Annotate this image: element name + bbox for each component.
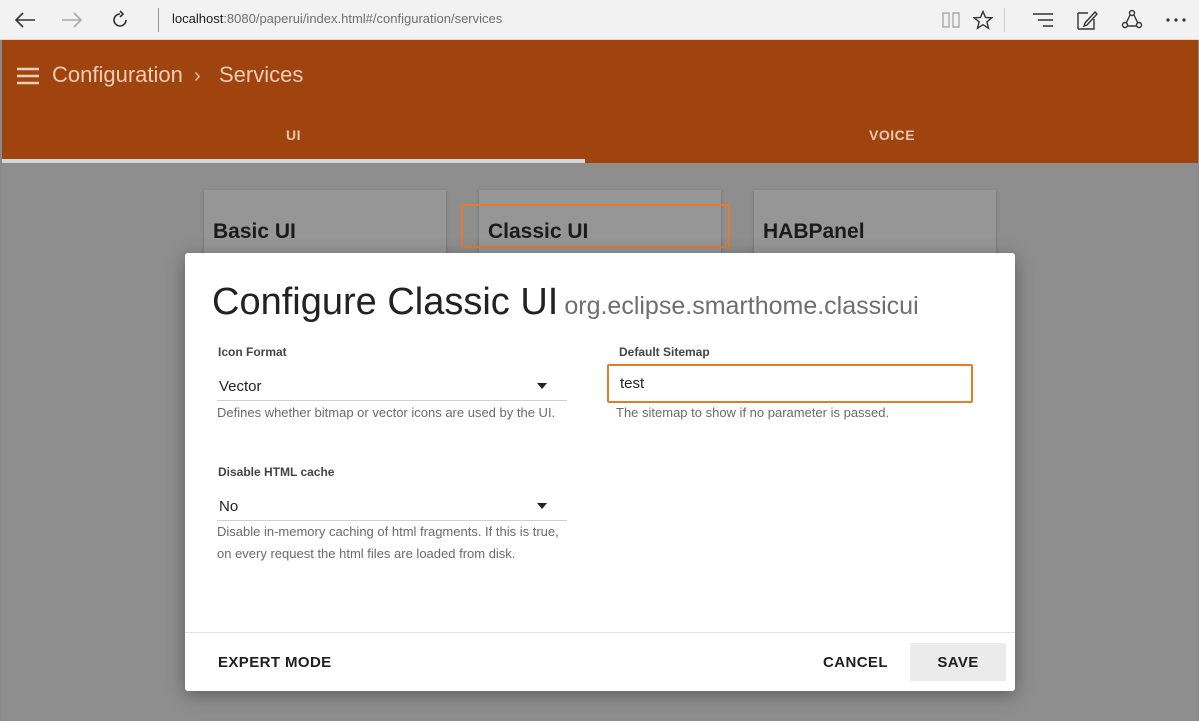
icon-format-label: Icon Format xyxy=(218,345,287,359)
url-path: :8080/paperui/index.html#/configuration/… xyxy=(223,11,503,26)
back-icon[interactable] xyxy=(11,6,39,34)
hamburger-menu-icon[interactable] xyxy=(17,67,39,85)
classic-ui-highlight-box xyxy=(461,204,730,248)
default-sitemap-label: Default Sitemap xyxy=(619,345,710,359)
browser-toolbar: localhost:8080/paperui/index.html#/confi… xyxy=(0,0,1199,40)
dialog-title-subtitle: org.eclipse.smarthome.classicui xyxy=(564,292,919,320)
dropdown-arrow-icon xyxy=(537,383,547,389)
dropdown-arrow-icon xyxy=(537,503,547,509)
configure-dialog: Configure Classic UI org.eclipse.smarthom… xyxy=(185,253,1015,691)
breadcrumb-services: Services xyxy=(219,62,304,87)
favorite-star-icon[interactable] xyxy=(969,6,997,34)
web-note-icon[interactable] xyxy=(1073,6,1101,34)
icon-format-value: Vector xyxy=(219,378,262,395)
address-separator xyxy=(158,8,159,32)
service-card-habpanel[interactable]: HABPanel xyxy=(754,190,996,260)
chevron-right-icon: › xyxy=(194,65,201,87)
card-title: Basic UI xyxy=(213,220,296,243)
breadcrumb-configuration[interactable]: Configuration xyxy=(52,62,183,88)
more-icon[interactable] xyxy=(1162,6,1190,34)
icon-format-select[interactable]: Vector xyxy=(217,371,567,401)
address-bar[interactable]: localhost:8080/paperui/index.html#/confi… xyxy=(172,11,502,26)
tab-voice[interactable]: VOICE xyxy=(869,127,915,143)
dialog-title-main: Configure Classic UI xyxy=(212,281,559,323)
disable-html-cache-help-line1: Disable in-memory caching of html fragme… xyxy=(217,524,559,539)
disable-html-cache-value: No xyxy=(219,498,239,515)
dialog-title: Configure Classic UI org.eclipse.smarthom… xyxy=(212,281,919,324)
icon-format-help: Defines whether bitmap or vector icons a… xyxy=(217,405,556,420)
refresh-icon[interactable] xyxy=(106,6,134,34)
forward-icon[interactable] xyxy=(58,6,86,34)
default-sitemap-help: The sitemap to show if no parameter is p… xyxy=(616,405,890,420)
cancel-button[interactable]: CANCEL xyxy=(823,654,888,671)
app-header: Configuration › Services UI VOICE xyxy=(2,40,1198,163)
disable-html-cache-label: Disable HTML cache xyxy=(218,465,335,479)
default-sitemap-value: test xyxy=(620,375,645,392)
disable-html-cache-help-line2: on every request the html files are load… xyxy=(217,546,516,561)
dialog-footer-divider xyxy=(185,632,1015,633)
url-host: localhost xyxy=(172,11,224,26)
disable-html-cache-select[interactable]: No xyxy=(217,491,567,521)
hub-icon[interactable] xyxy=(1029,6,1057,34)
reading-view-icon[interactable] xyxy=(937,6,965,34)
default-sitemap-input[interactable]: test xyxy=(607,364,973,403)
expert-mode-button[interactable]: EXPERT MODE xyxy=(218,654,332,671)
toolbar-separator xyxy=(1004,8,1005,32)
card-title: HABPanel xyxy=(763,220,865,243)
service-card-basic-ui[interactable]: Basic UI xyxy=(204,190,446,260)
tab-ui[interactable]: UI xyxy=(286,127,301,143)
save-button[interactable]: SAVE xyxy=(910,643,1006,681)
share-icon[interactable] xyxy=(1118,6,1146,34)
